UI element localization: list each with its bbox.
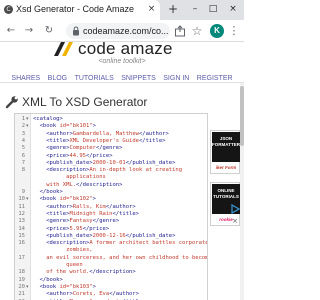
code-line[interactable]: <genre>Computer</genre> xyxy=(33,145,207,152)
line-number: 12 xyxy=(18,210,25,217)
line-number: 15 xyxy=(18,232,25,239)
fold-arrow-icon[interactable]: ▾ xyxy=(26,284,31,291)
ad-json-formatter-footer: iker Form xyxy=(215,165,237,170)
browser-menu-icon[interactable]: ⋮ xyxy=(228,23,240,39)
xml-input-editor[interactable]: 1 ▾ <catalog> 2 ▾ <book id="bk101"> 3 <author… xyxy=(14,113,208,300)
code-line[interactable]: zombies, xyxy=(33,247,207,254)
code-line[interactable]: <book id="bk101"> xyxy=(33,123,207,130)
code-line[interactable]: </book> xyxy=(33,277,207,284)
new-tab-button[interactable]: + xyxy=(166,2,180,17)
line-number: 16 xyxy=(18,240,25,247)
line-number: 2 xyxy=(21,123,25,130)
wrench-icon xyxy=(5,96,18,109)
nav-link-register[interactable]: REGISTER xyxy=(197,73,233,85)
ad-banner-json-formatter[interactable]: JSON FORMATTER iker Form xyxy=(210,130,240,174)
code-line[interactable]: <genre>Fantasy</genre> xyxy=(33,218,207,225)
nav-link-shares[interactable]: SHARES xyxy=(11,73,40,85)
line-number: 19 xyxy=(18,276,25,283)
ad-choices-icon[interactable] xyxy=(230,204,240,214)
line-number: 11 xyxy=(18,203,25,210)
fold-arrow-icon[interactable]: ▾ xyxy=(26,196,31,203)
code-line[interactable]: with XML.</description> xyxy=(33,182,207,189)
code-line[interactable]: <title>Midnight Rain</title> xyxy=(33,211,207,218)
scrollbar-thumb[interactable] xyxy=(240,86,244,146)
ad-close-icon[interactable]: × xyxy=(230,216,240,226)
code-line[interactable]: <author>Gambardella, Matthew</author> xyxy=(33,131,207,138)
code-line[interactable]: <catalog> xyxy=(33,116,207,123)
bookmark-star-icon[interactable]: ☆ xyxy=(190,23,204,39)
forward-icon[interactable]: → xyxy=(22,24,36,38)
line-number: 13 xyxy=(18,218,25,225)
code-line[interactable]: <publish_date>2000-12-16</publish_date> xyxy=(33,233,207,240)
code-line[interactable]: an evil sorceress, and her own childhood… xyxy=(33,255,207,262)
line-number: 3 xyxy=(21,130,25,137)
code-line[interactable]: <description>A former architect battles … xyxy=(33,240,207,247)
line-number: 8 xyxy=(21,167,25,174)
back-icon[interactable]: ← xyxy=(4,24,18,38)
site-nav: SHARES BLOG TUTORIALS SNIPPETS SIGN IN R… xyxy=(0,67,244,82)
code-line[interactable]: <book id="bk102"> xyxy=(33,196,207,203)
line-number: 7 xyxy=(21,159,25,166)
window-minimize-button[interactable]: – xyxy=(188,3,202,16)
line-number: 5 xyxy=(21,145,25,152)
line-number: 21 xyxy=(18,291,25,298)
tab-title: Xsd Generator - Code Amaze xyxy=(16,4,135,14)
reload-icon[interactable]: ↻ xyxy=(42,24,56,38)
nav-link-tutorials[interactable]: TUTORIALS xyxy=(75,73,114,85)
site-logo-text[interactable]: code amaze xyxy=(78,39,198,59)
line-number: 6 xyxy=(21,152,25,159)
line-number: 14 xyxy=(18,225,25,232)
fold-arrow-icon[interactable]: ▾ xyxy=(26,116,31,123)
nav-link-snippets[interactable]: SNIPPETS xyxy=(121,73,156,85)
code-line[interactable]: <description>An in-depth look at creatin… xyxy=(33,167,207,174)
fold-arrow-icon[interactable]: ▾ xyxy=(26,123,31,130)
ad-json-formatter-label: JSON FORMATTER xyxy=(212,132,240,162)
code-amaze-logo-icon[interactable] xyxy=(54,42,73,56)
line-number: 18 xyxy=(18,269,25,276)
nav-link-blog[interactable]: BLOG xyxy=(48,73,67,85)
line-number: 10 xyxy=(18,196,25,203)
code-line[interactable]: queen xyxy=(33,262,207,269)
code-line[interactable]: of the world.</description> xyxy=(33,269,207,276)
lock-icon[interactable] xyxy=(72,26,80,36)
line-number: 17 xyxy=(18,254,25,261)
window-maximize-button[interactable]: □ xyxy=(206,3,220,16)
header-divider xyxy=(0,82,244,83)
window-close-button[interactable]: × xyxy=(226,3,240,16)
code-line[interactable]: <price>44.95</price> xyxy=(33,153,207,160)
code-line[interactable]: applications xyxy=(33,174,207,181)
tab-favicon-icon: C xyxy=(4,5,13,14)
url-text[interactable]: codeamaze.com/co... xyxy=(83,24,168,38)
line-number: 9 xyxy=(21,189,25,195)
line-number: 1 xyxy=(21,116,25,122)
tab-close-icon[interactable]: × xyxy=(146,3,157,16)
nav-link-sign-in[interactable]: SIGN IN xyxy=(163,73,189,85)
code-line[interactable]: <publish_date>2000-10-01</publish_date> xyxy=(33,160,207,167)
page-title: XML To XSD Generator xyxy=(22,95,148,109)
line-number: 20 xyxy=(18,283,25,290)
code-line[interactable]: <price>5.95</price> xyxy=(33,226,207,233)
profile-avatar[interactable]: K xyxy=(210,24,224,38)
code-line[interactable]: <author>Ralls, Kim</author> xyxy=(33,204,207,211)
site-tagline: <online toolkit> xyxy=(98,58,146,65)
code-line[interactable]: </book> xyxy=(33,189,207,196)
code-line[interactable]: <author>Corets, Eva</author> xyxy=(33,291,207,298)
code-line[interactable]: <title>XML Developer's Guide</title> xyxy=(33,138,207,145)
line-number: 4 xyxy=(21,137,25,144)
code-line[interactable]: <book id="bk103"> xyxy=(33,284,207,291)
share-icon[interactable] xyxy=(174,25,186,37)
